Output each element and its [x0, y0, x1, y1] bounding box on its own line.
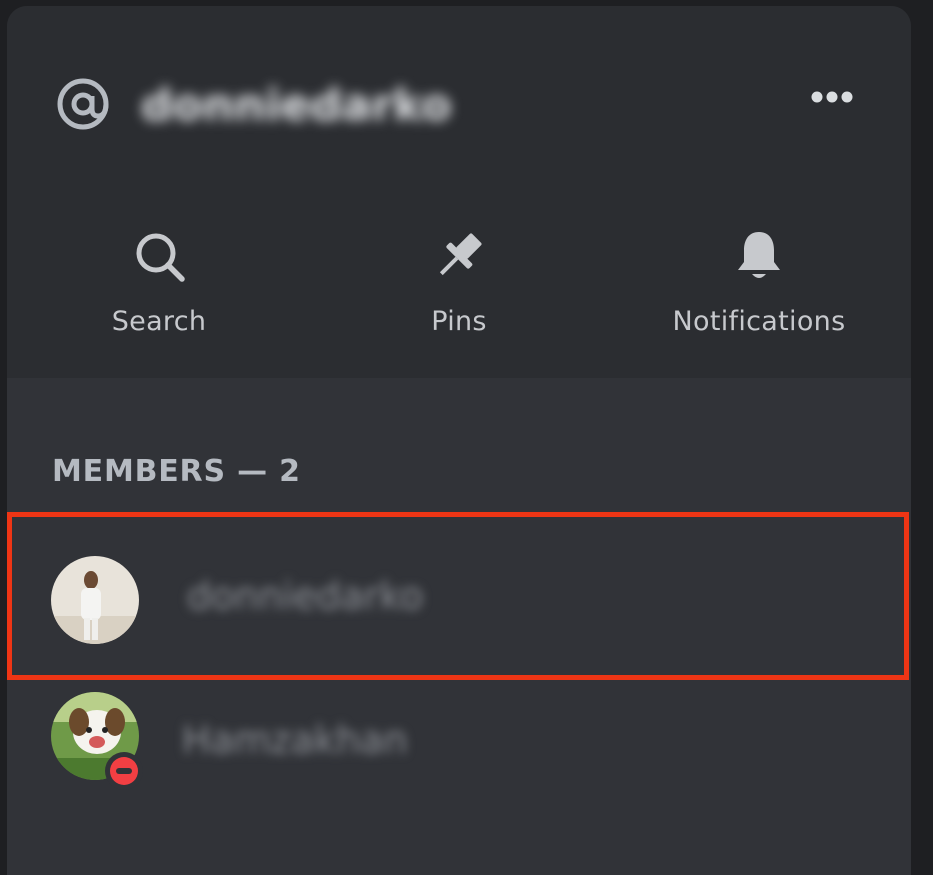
more-icon[interactable]	[807, 86, 857, 108]
pin-icon	[439, 233, 482, 276]
avatar	[51, 556, 139, 644]
member-name: Hamzakhan	[182, 718, 408, 762]
channel-username-title: donniedarko	[141, 80, 452, 131]
pins-label: Pins	[431, 306, 487, 337]
search-action-button[interactable]: Search	[99, 226, 219, 356]
notifications-action-button[interactable]: Notifications	[657, 226, 861, 356]
notifications-label: Notifications	[672, 306, 846, 337]
panel-header-section: donniedarko Search Pins Notifications	[7, 6, 911, 378]
member-panel: donniedarko Search Pins Notifications ME…	[7, 6, 911, 875]
bell-icon	[738, 232, 780, 278]
search-icon	[136, 233, 185, 282]
members-header: MEMBERS — 2	[52, 454, 301, 489]
at-icon	[57, 78, 109, 130]
member-name: donniedarko	[187, 574, 424, 618]
pins-action-button[interactable]: Pins	[409, 226, 509, 356]
member-row-donniedarko[interactable]: donniedarko	[7, 512, 909, 680]
member-row-hamzakhan[interactable]: Hamzakhan	[7, 678, 911, 820]
dnd-status-icon	[105, 752, 143, 790]
search-label: Search	[111, 306, 207, 337]
